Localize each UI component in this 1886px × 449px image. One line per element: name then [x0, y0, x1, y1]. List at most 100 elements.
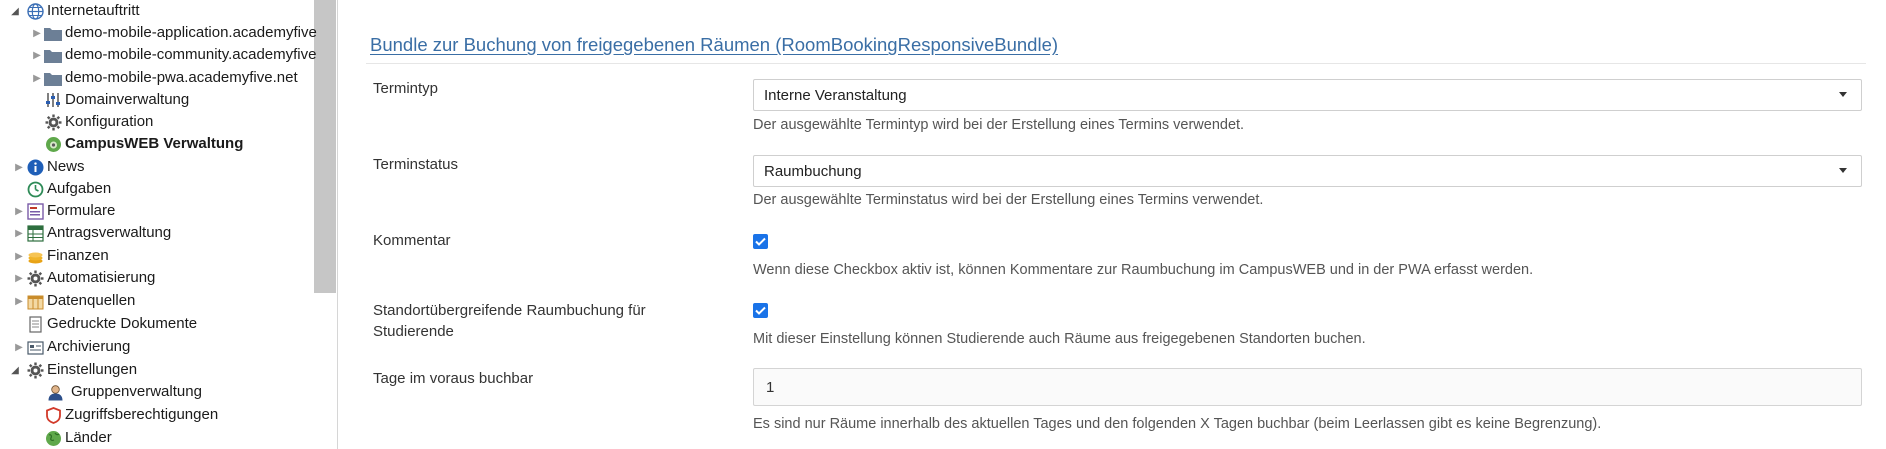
gear-icon [26, 361, 44, 379]
expand-arrow-icon[interactable]: ▶ [14, 250, 24, 262]
expand-arrow-icon[interactable]: ▶ [32, 72, 42, 84]
standort-help: Mit dieser Einstellung können Studierend… [753, 331, 1366, 347]
tage-label: Tage im voraus buchbar [373, 370, 534, 387]
gear-icon [26, 269, 44, 287]
folder-icon [44, 69, 62, 87]
tree-item-label: Antragsverwaltung [47, 224, 172, 241]
tage-input[interactable]: 1 [753, 368, 1862, 406]
tree-item-finanzen[interactable]: ▶ Finanzen [8, 245, 109, 267]
tage-input-value: 1 [766, 378, 775, 396]
tree-item-label: Gedruckte Dokumente [47, 315, 198, 332]
tree-item-aufgaben[interactable]: Aufgaben [8, 178, 111, 200]
tree-item-label: Archivierung [47, 338, 131, 355]
expand-arrow-icon[interactable]: ▶ [14, 272, 24, 284]
expand-arrow-icon[interactable]: ▶ [32, 49, 42, 61]
main-content: Bundle zur Buchung von freigegebenen Räu… [338, 0, 1886, 449]
tree-item-label: Datenquellen [47, 292, 136, 309]
tree-item-datenquellen[interactable]: ▶ Datenquellen [8, 290, 135, 312]
collapse-arrow-icon[interactable]: ◢ [10, 364, 20, 376]
sidebar-scrollbar[interactable] [314, 0, 336, 293]
termintyp-select-value: Interne Veranstaltung [764, 86, 907, 104]
kommentar-checkbox[interactable] [753, 234, 768, 249]
expand-arrow-icon[interactable]: ▶ [14, 161, 24, 173]
coins-icon [26, 247, 44, 265]
kommentar-label: Kommentar [373, 232, 451, 249]
tree-item-label: CampusWEB Verwaltung [65, 135, 244, 152]
tree-item-laender[interactable]: Länder [44, 427, 112, 449]
user-icon [46, 383, 64, 401]
termintyp-label: Termintyp [373, 80, 439, 97]
clock-icon [26, 180, 44, 198]
tree-item-campusweb-verwaltung[interactable]: CampusWEB Verwaltung [44, 133, 243, 155]
kommentar-help: Wenn diese Checkbox aktiv ist, können Ko… [753, 262, 1534, 278]
standort-label: Standortübergreifende Raumbuchung für St… [373, 300, 673, 342]
standort-checkbox[interactable] [753, 303, 768, 318]
tree-item-label: demo-mobile-application.academyfive [65, 24, 317, 41]
tree-item-label: Zugriffsberechtigungen [65, 406, 219, 423]
globe-icon [26, 2, 44, 20]
tree-item-formulare[interactable]: ▶ Formulare [8, 200, 115, 222]
tree-item-einstellungen[interactable]: ◢ Einstellungen [8, 359, 137, 381]
termintyp-select[interactable]: Interne Veranstaltung [753, 79, 1862, 111]
tree-item-folder[interactable]: ▶ demo-mobile-pwa.academyfive.net [30, 67, 298, 89]
tree-item-zugriffsberechtigungen[interactable]: Zugriffsberechtigungen [44, 404, 218, 426]
archive-icon [26, 338, 44, 356]
tage-help: Es sind nur Räume innerhalb des aktuelle… [753, 416, 1602, 432]
tree-item-news[interactable]: ▶ News [8, 156, 85, 178]
tree-item-label: Konfiguration [65, 113, 154, 130]
standort-label-line2: Studierende [373, 323, 454, 340]
tree-item-automatisierung[interactable]: ▶ Automatisierung [8, 267, 155, 289]
folder-icon [44, 46, 62, 64]
termintyp-help: Der ausgewählte Termintyp wird bei der E… [753, 117, 1245, 133]
tree-item-label: Internetauftritt [47, 2, 140, 19]
tree-item-antragsverwaltung[interactable]: ▶ Antragsverwaltung [8, 222, 171, 244]
form-icon [26, 202, 44, 220]
info-icon [26, 158, 44, 176]
gear-icon [44, 113, 62, 131]
terminstatus-help: Der ausgewählte Terminstatus wird bei de… [753, 192, 1264, 208]
tree-item-label: Finanzen [47, 247, 109, 264]
tree-item-label: Aufgaben [47, 180, 112, 197]
tree-item-domainverwaltung[interactable]: Domainverwaltung [44, 89, 189, 111]
folder-icon [44, 24, 62, 42]
tree-item-label: News [47, 158, 85, 175]
shield-icon [44, 406, 62, 424]
standort-label-line1: Standortübergreifende Raumbuchung für [373, 302, 646, 319]
collapse-arrow-icon[interactable]: ◢ [10, 5, 20, 17]
tree-item-archivierung[interactable]: ▶ Archivierung [8, 336, 130, 358]
checkmark-icon [755, 237, 766, 246]
tree-item-label: Automatisierung [47, 269, 156, 286]
terminstatus-select-value: Raumbuchung [764, 162, 862, 180]
tree-item-label: Einstellungen [47, 361, 138, 378]
expand-arrow-icon[interactable]: ▶ [14, 227, 24, 239]
tree-item-konfiguration[interactable]: Konfiguration [44, 111, 153, 133]
tree-item-label: Gruppenverwaltung [71, 383, 202, 400]
tree-item-internetauftritt[interactable]: ◢ Internetauftritt [8, 0, 140, 22]
tree-item-label: Domainverwaltung [65, 91, 190, 108]
sliders-icon [44, 91, 62, 109]
terminstatus-select[interactable]: Raumbuchung [753, 155, 1862, 187]
caret-down-icon [1839, 168, 1847, 173]
globe-green-icon [44, 429, 62, 447]
document-icon [26, 315, 44, 333]
caret-down-icon [1839, 92, 1847, 97]
tree-item-label: demo-mobile-community.academyfive [65, 46, 317, 63]
tree-item-folder[interactable]: ▶ demo-mobile-application.academyfive [30, 22, 317, 44]
checkmark-icon [755, 306, 766, 315]
tree-item-label: demo-mobile-pwa.academyfive.net [65, 69, 298, 86]
expand-arrow-icon[interactable]: ▶ [14, 205, 24, 217]
expand-arrow-icon[interactable]: ▶ [14, 295, 24, 307]
expand-arrow-icon[interactable]: ▶ [32, 27, 42, 39]
expand-arrow-icon[interactable]: ▶ [14, 341, 24, 353]
tree-item-label: Länder [65, 429, 112, 446]
title-divider [366, 63, 1866, 64]
campusweb-icon [44, 135, 62, 153]
tree-item-label: Formulare [47, 202, 116, 219]
database-icon [26, 292, 44, 310]
tree-item-gruppenverwaltung[interactable]: Gruppenverwaltung [46, 381, 202, 403]
sidebar-tree: ◢ Internetauftritt ▶ demo-mobile-applica… [0, 0, 338, 449]
tree-item-gedruckte-dokumente[interactable]: Gedruckte Dokumente [8, 313, 197, 335]
bundle-title-link[interactable]: Bundle zur Buchung von freigegebenen Räu… [370, 34, 1058, 56]
tree-item-folder[interactable]: ▶ demo-mobile-community.academyfive [30, 44, 316, 66]
terminstatus-label: Terminstatus [373, 156, 459, 173]
